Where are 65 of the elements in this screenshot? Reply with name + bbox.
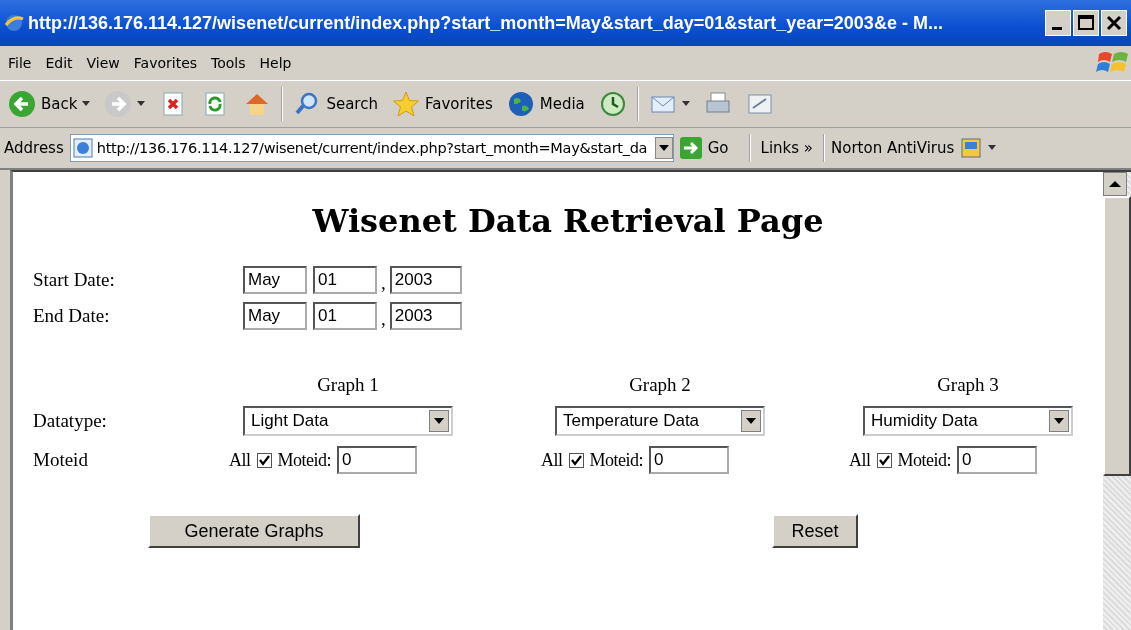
caret-icon [988,145,997,151]
year-field[interactable]: 2003 [389,302,462,330]
month-field[interactable]: May [243,302,307,330]
all-checkbox[interactable] [568,452,584,468]
close-icon[interactable] [1101,10,1127,36]
caret-icon [82,101,91,107]
links-button[interactable]: Links » [756,139,818,157]
scroll-up-icon [1103,172,1127,196]
clock-icon [598,90,627,118]
generate-graphs-button[interactable]: Generate Graphs [148,514,360,548]
menu-item[interactable]: Edit [43,55,85,71]
search-button[interactable]: Search [289,88,382,120]
graph-heading: Graph 2 [628,374,692,396]
star-icon [391,90,420,118]
favorites-button[interactable]: Favorites [387,88,497,120]
address-field[interactable]: http://136.176.114.127/wisenet/current/index.php?start_month=May&start_da [69,134,674,162]
back-button[interactable]: Back [4,88,95,120]
date-label: Start Date: [33,269,116,291]
menu-item[interactable]: Help [257,55,304,71]
address-label: Address [4,139,64,157]
menu-item[interactable]: Favorites [131,55,210,71]
shield-icon [960,137,983,159]
all-checkbox[interactable] [256,452,272,468]
datatype-dropdown[interactable]: Humidity Data [863,406,1073,436]
norton-antivirus-button[interactable]: Norton AntiVirus [831,137,997,159]
month-field[interactable]: May [243,266,307,294]
scrollbar[interactable] [1103,172,1131,630]
date-label: End Date: [33,305,111,327]
caret-icon [137,101,146,107]
moteid-label: Moteid [33,449,88,471]
datatype-dropdown[interactable]: Light Data [243,406,453,436]
menu-item[interactable]: View [84,55,132,71]
comma: , [381,272,386,294]
moteid-field[interactable]: 0 [337,446,417,474]
graph-heading: Graph 1 [316,374,380,396]
moteid-field-label: Moteid: [589,449,643,471]
scrollbar-thumb[interactable] [1103,196,1131,476]
menu-item[interactable]: Tools [209,55,258,71]
reset-button[interactable]: Reset [772,514,858,548]
graph-heading: Graph 3 [936,374,1000,396]
day-field[interactable]: 01 [313,302,377,330]
comma: , [381,308,386,330]
all-label: All [229,449,251,471]
datatype-dropdown[interactable]: Temperature Data [555,406,765,436]
media-button[interactable]: Media [502,88,589,120]
year-field[interactable]: 2003 [389,266,462,294]
moteid-field-label: Moteid: [277,449,331,471]
caret-icon [681,101,690,107]
moteid-field-label: Moteid: [897,449,951,471]
minimize-icon[interactable] [1045,10,1071,36]
page-heading: Wisenet Data Retrieval Page [311,202,825,240]
all-label: All [849,449,871,471]
all-checkbox[interactable] [876,452,892,468]
go-button[interactable]: Go [679,137,743,159]
globe-icon [506,90,535,118]
window-title: http://136.176.114.127/wisenet/current/index.php?start_month=May&start_day=01&start_year=2003&e - M... [28,12,944,34]
menu-item[interactable]: File [6,55,44,71]
moteid-field[interactable]: 0 [649,446,729,474]
datatype-label: Datatype: [33,410,107,432]
maximize-icon[interactable] [1073,10,1099,36]
all-label: All [541,449,563,471]
browser-icon [4,13,24,33]
page-icon [72,138,93,158]
day-field[interactable]: 01 [313,266,377,294]
moteid-field[interactable]: 0 [957,446,1037,474]
